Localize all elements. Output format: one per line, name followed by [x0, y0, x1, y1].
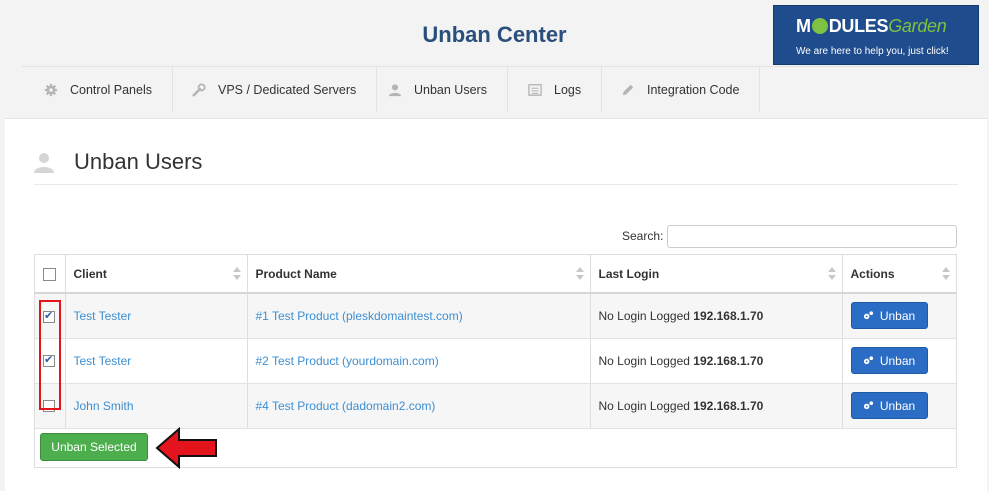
table-header-row: Client Product Name Last Login Actions	[35, 255, 956, 294]
nav-label: Unban Users	[414, 82, 487, 97]
gears-icon	[863, 311, 873, 320]
client-cell: Test Tester	[65, 338, 248, 384]
sort-icon	[942, 267, 950, 281]
sort-icon	[232, 267, 241, 281]
top-navigation: Control Panels VPS / Dedicated Servers U…	[22, 66, 967, 112]
last-login-cell: No Login Logged 192.168.1.70	[590, 293, 843, 339]
nav-item-integration-code[interactable]: Integration Code	[621, 67, 761, 112]
last-login-cell: No Login Logged 192.168.1.70	[590, 338, 843, 384]
select-all-header	[35, 255, 66, 294]
header: Unban Center M DULESGarden We are here to…	[0, 0, 989, 118]
actions-cell: Unban	[842, 338, 956, 384]
sort-icon	[575, 267, 584, 281]
user-icon	[388, 83, 402, 96]
client-cell: Test Tester	[65, 293, 248, 339]
ip-address: 192.168.1.70	[693, 308, 764, 323]
product-cell: #1 Test Product (pleskdomaintest.com)	[247, 293, 591, 339]
product-link[interactable]: #1 Test Product (pleskdomaintest.com)	[256, 309, 463, 323]
list-icon	[528, 83, 542, 96]
last-login-cell: No Login Logged 192.168.1.70	[590, 383, 843, 429]
modulesgarden-logo: M DULESGarden	[796, 16, 947, 36]
client-link[interactable]: John Smith	[74, 399, 134, 413]
nav-item-vps-servers[interactable]: VPS / Dedicated Servers	[192, 67, 378, 112]
unban-button[interactable]: Unban	[850, 392, 928, 419]
gears-icon	[863, 401, 873, 410]
user-icon	[34, 153, 54, 173]
unban-button[interactable]: Unban	[850, 302, 928, 330]
table-row: John Smith #4 Test Product (dadomain2.co…	[35, 383, 956, 429]
column-header-last-login[interactable]: Last Login	[590, 255, 843, 294]
sort-icon	[827, 267, 836, 281]
column-header-actions[interactable]: Actions	[842, 255, 956, 294]
product-link[interactable]: #2 Test Product (yourdomain.com)	[256, 354, 439, 368]
column-header-product[interactable]: Product Name	[247, 255, 591, 294]
nav-label: Control Panels	[70, 82, 152, 97]
product-link[interactable]: #4 Test Product (dadomain2.com)	[256, 399, 436, 413]
nav-item-logs[interactable]: Logs	[528, 67, 603, 112]
pencil-icon	[622, 84, 634, 95]
select-all-checkbox[interactable]	[43, 267, 56, 281]
ip-address: 192.168.1.70	[693, 398, 764, 413]
search-label: Search:	[622, 229, 664, 243]
actions-cell: Unban	[842, 293, 956, 339]
nav-label: Logs	[554, 82, 582, 97]
unban-selected-button[interactable]: Unban Selected	[40, 433, 148, 461]
divider	[34, 184, 958, 185]
nav-label: Integration Code	[647, 82, 740, 97]
gears-icon	[863, 356, 873, 365]
column-header-client[interactable]: Client	[65, 255, 248, 294]
banner-tagline: We are here to help you, just click!	[796, 46, 949, 57]
page-heading: Unban Users	[33, 149, 202, 175]
gear-icon	[44, 83, 58, 96]
table-row: Test Tester #2 Test Product (yourdomain.…	[35, 338, 956, 384]
arrow-left-icon	[155, 427, 217, 469]
actions-cell: Unban	[842, 383, 956, 429]
client-cell: John Smith	[65, 383, 248, 429]
nav-label: VPS / Dedicated Servers	[218, 82, 357, 97]
product-cell: #4 Test Product (dadomain2.com)	[247, 383, 591, 429]
wrench-icon	[192, 82, 206, 97]
client-link[interactable]: Test Tester	[74, 309, 132, 323]
main-panel: Unban Users Search: Client Product Name …	[5, 118, 987, 491]
ip-address: 192.168.1.70	[693, 353, 764, 368]
client-link[interactable]: Test Tester	[74, 354, 132, 368]
checkbox-highlight-box	[39, 300, 61, 410]
modulesgarden-banner[interactable]: M DULESGarden We are here to help you, ju…	[773, 5, 979, 65]
search-input[interactable]	[667, 225, 957, 248]
page-title: Unban Users	[74, 149, 203, 174]
product-cell: #2 Test Product (yourdomain.com)	[247, 338, 591, 384]
table-row: Test Tester #1 Test Product (pleskdomain…	[35, 293, 956, 339]
unban-button[interactable]: Unban	[850, 347, 928, 374]
nav-item-control-panels[interactable]: Control Panels	[44, 67, 173, 112]
nav-item-unban-users[interactable]: Unban Users	[388, 67, 508, 112]
